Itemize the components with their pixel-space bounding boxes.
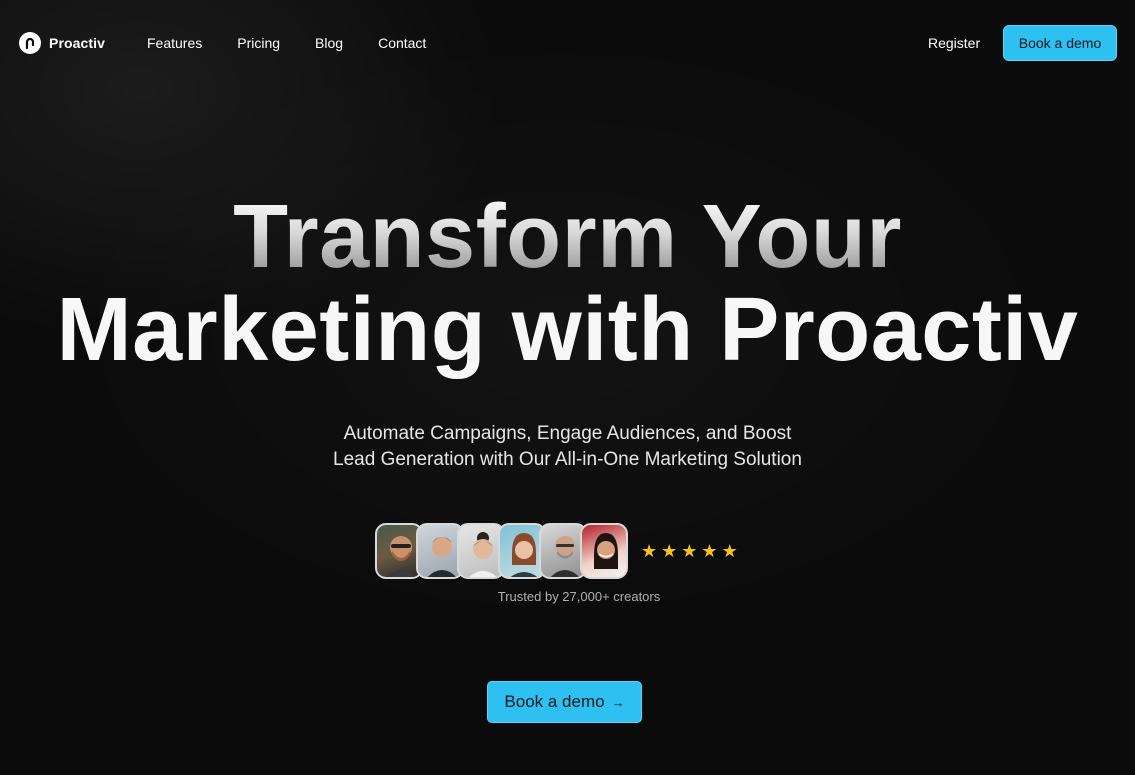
landing-page: Proactiv Features Pricing Blog Contact R… bbox=[0, 0, 1135, 775]
register-link[interactable]: Register bbox=[928, 35, 980, 51]
brand-logo[interactable]: Proactiv bbox=[19, 32, 105, 54]
nav-link-features[interactable]: Features bbox=[147, 35, 202, 51]
hero-headline-line2: Marketing with Proactiv bbox=[56, 280, 1079, 380]
nav-link-blog[interactable]: Blog bbox=[315, 35, 343, 51]
star-icon: ★ bbox=[641, 541, 658, 561]
social-proof: ★ ★ ★ ★ ★ bbox=[375, 522, 742, 580]
top-nav: Proactiv Features Pricing Blog Contact R… bbox=[0, 0, 1135, 86]
rating-stars: ★ ★ ★ ★ ★ bbox=[641, 542, 742, 560]
nav-links: Features Pricing Blog Contact bbox=[147, 35, 461, 51]
hero-subtitle-line1: Automate Campaigns, Engage Audiences, an… bbox=[343, 423, 792, 444]
nav-link-contact[interactable]: Contact bbox=[378, 35, 426, 51]
arrow-right-icon: → bbox=[611, 694, 625, 710]
brand-name: Proactiv bbox=[49, 35, 106, 51]
hero-subtitle: Automate Campaigns, Engage Audiences, an… bbox=[0, 421, 1135, 473]
star-icon: ★ bbox=[721, 541, 738, 561]
avatar-group bbox=[375, 523, 628, 579]
hero-headline-line1: Transform Your bbox=[0, 192, 1135, 282]
avatar bbox=[580, 523, 628, 579]
hero-subtitle-line2: Lead Generation with Our All-in-One Mark… bbox=[333, 449, 802, 470]
proactiv-logo-icon bbox=[19, 32, 41, 54]
star-icon: ★ bbox=[701, 541, 718, 561]
book-demo-nav-button[interactable]: Book a demo bbox=[1003, 25, 1117, 61]
star-icon: ★ bbox=[661, 541, 678, 561]
nav-link-pricing[interactable]: Pricing bbox=[237, 35, 280, 51]
trusted-by-text: Trusted by 27,000+ creators bbox=[497, 589, 661, 604]
book-demo-hero-label: Book a demo bbox=[504, 692, 605, 711]
book-demo-hero-button[interactable]: Book a demo → bbox=[487, 681, 642, 723]
star-icon: ★ bbox=[681, 541, 698, 561]
